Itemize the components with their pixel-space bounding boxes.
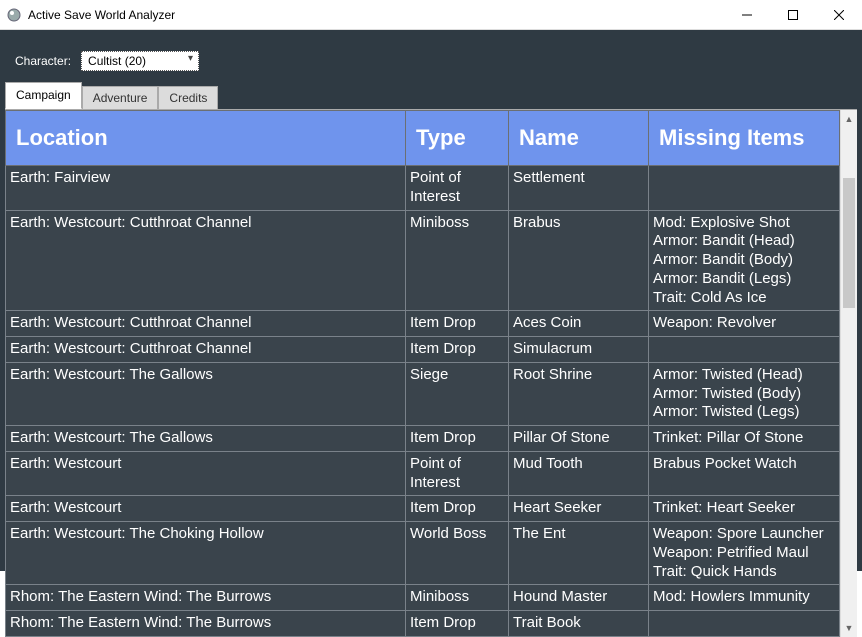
tab-campaign[interactable]: Campaign — [5, 82, 82, 109]
table-row[interactable]: Earth: Westcourt: The GallowsSiegeRoot S… — [6, 362, 840, 425]
table-row[interactable]: Earth: Westcourt: Cutthroat ChannelItem … — [6, 311, 840, 337]
missing-item: Armor: Twisted (Head) — [653, 366, 833, 385]
missing-item: Trinket: Pillar Of Stone — [653, 429, 833, 448]
cell-location: Earth: Westcourt — [6, 451, 406, 496]
window-titlebar: Active Save World Analyzer — [0, 0, 862, 30]
cell-missing: Trinket: Heart Seeker — [649, 496, 840, 522]
cell-type: Siege — [406, 362, 509, 425]
cell-type: Item Drop — [406, 611, 509, 637]
tab-adventure[interactable]: Adventure — [82, 86, 159, 110]
missing-item: Armor: Twisted (Legs) — [653, 403, 833, 422]
window-controls — [724, 0, 862, 29]
character-select[interactable]: Cultist (20) — [81, 51, 199, 71]
cell-type: Miniboss — [406, 585, 509, 611]
cell-location: Earth: Fairview — [6, 166, 406, 211]
cell-type: Item Drop — [406, 311, 509, 337]
character-row: Character: Cultist (20) — [1, 31, 861, 83]
cell-missing: Brabus Pocket Watch — [649, 451, 840, 496]
table-wrap: Location Type Name Missing Items Earth: … — [5, 110, 840, 637]
vertical-scrollbar[interactable]: ▲ ▼ — [840, 110, 857, 637]
cell-missing: Armor: Twisted (Head)Armor: Twisted (Bod… — [649, 362, 840, 425]
cell-name: Hound Master — [509, 585, 649, 611]
missing-item: Trait: Quick Hands — [653, 563, 833, 582]
maximize-button[interactable] — [770, 0, 816, 29]
missing-item: Trait: Cold As Ice — [653, 289, 833, 308]
cell-location: Earth: Westcourt — [6, 496, 406, 522]
missing-item: Brabus Pocket Watch — [653, 455, 833, 474]
table-header-row: Location Type Name Missing Items — [6, 111, 840, 166]
cell-location: Earth: Westcourt: The Gallows — [6, 362, 406, 425]
missing-item: Trinket: Heart Seeker — [653, 499, 833, 518]
cell-type: Point of Interest — [406, 166, 509, 211]
table-row[interactable]: Rhom: The Eastern Wind: The BurrowsItem … — [6, 611, 840, 637]
cell-missing: Weapon: Spore LauncherWeapon: Petrified … — [649, 522, 840, 585]
cell-name: The Ent — [509, 522, 649, 585]
cell-name: Simulacrum — [509, 337, 649, 363]
cell-missing — [649, 611, 840, 637]
table-row[interactable]: Earth: Westcourt: The Choking HollowWorl… — [6, 522, 840, 585]
cell-missing: Mod: Explosive ShotArmor: Bandit (Head)A… — [649, 210, 840, 311]
table-row[interactable]: Earth: FairviewPoint of InterestSettleme… — [6, 166, 840, 211]
cell-name: Pillar Of Stone — [509, 426, 649, 452]
missing-item: Weapon: Revolver — [653, 314, 833, 333]
cell-name: Brabus — [509, 210, 649, 311]
cell-missing: Trinket: Pillar Of Stone — [649, 426, 840, 452]
cell-location: Rhom: The Eastern Wind: The Burrows — [6, 585, 406, 611]
cell-name: Mud Tooth — [509, 451, 649, 496]
col-missing[interactable]: Missing Items — [649, 111, 840, 166]
cell-type: World Boss — [406, 522, 509, 585]
cell-name: Trait Book — [509, 611, 649, 637]
missing-item: Mod: Howlers Immunity — [653, 588, 833, 607]
cell-type: Point of Interest — [406, 451, 509, 496]
minimize-button[interactable] — [724, 0, 770, 29]
table-row[interactable]: Earth: WestcourtPoint of InterestMud Too… — [6, 451, 840, 496]
cell-type: Item Drop — [406, 496, 509, 522]
col-location[interactable]: Location — [6, 111, 406, 166]
missing-item: Armor: Bandit (Head) — [653, 232, 833, 251]
scroll-up-arrow[interactable]: ▲ — [841, 110, 857, 127]
scroll-down-arrow[interactable]: ▼ — [841, 620, 857, 637]
tab-credits[interactable]: Credits — [158, 86, 218, 110]
cell-type: Item Drop — [406, 426, 509, 452]
table-row[interactable]: Earth: Westcourt: The GallowsItem DropPi… — [6, 426, 840, 452]
cell-missing — [649, 166, 840, 211]
table-row[interactable]: Earth: Westcourt: Cutthroat ChannelMinib… — [6, 210, 840, 311]
cell-missing — [649, 337, 840, 363]
close-button[interactable] — [816, 0, 862, 29]
app-body: Character: Cultist (20) CampaignAdventur… — [0, 30, 862, 571]
cell-location: Rhom: The Eastern Wind: The Burrows — [6, 611, 406, 637]
cell-location: Earth: Westcourt: Cutthroat Channel — [6, 311, 406, 337]
cell-type: Item Drop — [406, 337, 509, 363]
scroll-thumb[interactable] — [843, 178, 855, 308]
data-table: Location Type Name Missing Items Earth: … — [5, 110, 840, 637]
cell-name: Settlement — [509, 166, 649, 211]
missing-item: Armor: Bandit (Legs) — [653, 270, 833, 289]
tabstrip: CampaignAdventureCredits — [1, 83, 861, 109]
missing-item: Armor: Bandit (Body) — [653, 251, 833, 270]
cell-name: Heart Seeker — [509, 496, 649, 522]
panel: Location Type Name Missing Items Earth: … — [5, 109, 857, 637]
col-type[interactable]: Type — [406, 111, 509, 166]
cell-location: Earth: Westcourt: The Gallows — [6, 426, 406, 452]
cell-location: Earth: Westcourt: Cutthroat Channel — [6, 210, 406, 311]
cell-missing: Weapon: Revolver — [649, 311, 840, 337]
cell-name: Aces Coin — [509, 311, 649, 337]
cell-name: Root Shrine — [509, 362, 649, 425]
col-name[interactable]: Name — [509, 111, 649, 166]
cell-location: Earth: Westcourt: The Choking Hollow — [6, 522, 406, 585]
cell-missing: Mod: Howlers Immunity — [649, 585, 840, 611]
missing-item: Weapon: Petrified Maul — [653, 544, 833, 563]
missing-item: Weapon: Spore Launcher — [653, 525, 833, 544]
table-row[interactable]: Earth: WestcourtItem DropHeart SeekerTri… — [6, 496, 840, 522]
app-icon — [6, 7, 22, 23]
table-row[interactable]: Earth: Westcourt: Cutthroat ChannelItem … — [6, 337, 840, 363]
character-label: Character: — [15, 54, 71, 68]
missing-item: Mod: Explosive Shot — [653, 214, 833, 233]
window-title: Active Save World Analyzer — [28, 8, 724, 22]
table-row[interactable]: Rhom: The Eastern Wind: The BurrowsMinib… — [6, 585, 840, 611]
missing-item: Armor: Twisted (Body) — [653, 385, 833, 404]
character-select-wrap: Cultist (20) — [81, 51, 199, 71]
cell-location: Earth: Westcourt: Cutthroat Channel — [6, 337, 406, 363]
cell-type: Miniboss — [406, 210, 509, 311]
